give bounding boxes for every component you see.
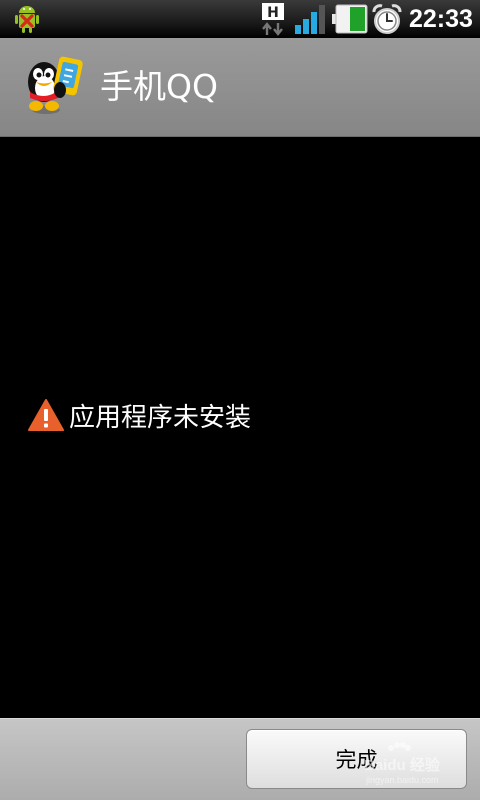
install-message: 应用程序未安装 xyxy=(28,394,251,436)
app-title: 手机QQ xyxy=(100,67,218,106)
battery-icon xyxy=(332,4,368,34)
alarm-clock-icon xyxy=(372,4,402,34)
status-bar: H 22:33 xyxy=(0,0,480,38)
qq-penguin-icon xyxy=(28,56,83,114)
signal-icon xyxy=(295,5,325,34)
svg-text:H: H xyxy=(267,5,279,21)
done-button[interactable]: 完成 xyxy=(246,729,467,789)
screen: H 22:33 手机QQ 应用程序未安装 完成 Baidu 经验 jingyan… xyxy=(0,0,480,800)
android-debug-icon xyxy=(15,6,39,33)
status-time: 22:33 xyxy=(409,5,473,33)
bottom-bar: 完成 xyxy=(0,718,480,800)
title-bar: 手机QQ xyxy=(0,38,480,137)
warning-icon xyxy=(28,399,64,431)
message-text: 应用程序未安装 xyxy=(69,402,252,433)
network-h-icon: H xyxy=(262,3,284,36)
